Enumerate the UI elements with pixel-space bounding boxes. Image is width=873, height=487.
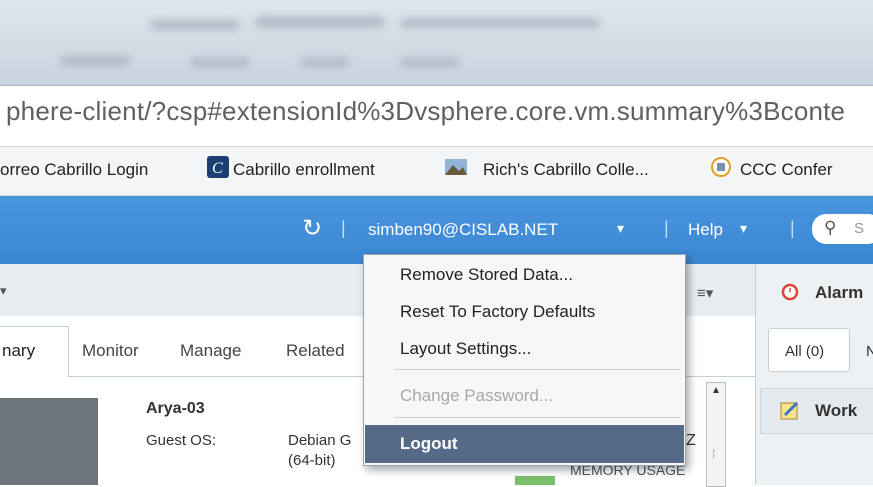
ccc-confer-icon — [711, 157, 731, 177]
search-input[interactable]: ⚲ S — [812, 214, 873, 244]
chevron-down-icon[interactable]: ▾ — [740, 220, 747, 237]
bookmark-cabrillo-enrollment[interactable]: Cabrillo enrollment — [233, 160, 375, 180]
user-menu-button[interactable]: simben90@CISLAB.NET — [368, 220, 558, 240]
menu-item-logout-label[interactable]: Logout — [400, 434, 458, 454]
content-scrollbar[interactable]: ▲ ⁞ — [706, 382, 726, 487]
landscape-photo-icon — [445, 159, 467, 175]
header-separator: | — [790, 218, 795, 238]
menu-item-change-password: Change Password... — [400, 386, 554, 405]
refresh-icon[interactable]: ↻ — [302, 214, 322, 243]
tab-manage[interactable]: Manage — [180, 341, 241, 361]
work-in-progress-title: Work — [815, 401, 858, 420]
alarm-clock-icon — [781, 283, 799, 301]
vm-console-thumbnail[interactable] — [0, 398, 98, 485]
menu-item-reset-factory-defaults[interactable]: Reset To Factory Defaults — [400, 302, 595, 322]
guest-os-bits: (64-bit) — [288, 452, 336, 469]
guest-os-label: Guest OS: — [146, 432, 217, 449]
chevron-down-icon[interactable]: ▾ — [617, 220, 624, 237]
user-dropdown-menu: Remove Stored Data... Reset To Factory D… — [363, 254, 686, 466]
menu-item-logout[interactable]: Logout — [365, 425, 684, 463]
menu-separator — [394, 417, 680, 418]
browser-tab-strip — [0, 0, 873, 86]
bookmark-richs-cabrillo-college[interactable]: Rich's Cabrillo Colle... — [483, 160, 649, 180]
search-placeholder: S — [854, 220, 865, 237]
tab-monitor[interactable]: Monitor — [82, 341, 139, 361]
alarms-title: Alarm — [815, 283, 864, 302]
tab-new-alarms[interactable]: N — [866, 343, 873, 360]
menu-separator — [394, 369, 680, 370]
vm-name: Arya-03 — [146, 400, 205, 417]
cabrillo-logo-icon: C — [207, 156, 229, 178]
help-menu-button[interactable]: Help — [688, 220, 723, 240]
header-separator: | — [341, 218, 346, 238]
menu-item-remove-stored-data[interactable]: Remove Stored Data... — [400, 265, 573, 285]
guest-os-value: Debian G — [288, 432, 352, 449]
header-separator: | — [664, 218, 669, 238]
bookmark-correo-cabrillo-login[interactable]: orreo Cabrillo Login — [0, 160, 148, 180]
address-bar-url[interactable]: phere-client/?csp#extensionId%3Dvsphere.… — [6, 96, 845, 127]
menu-item-layout-settings[interactable]: Layout Settings... — [400, 339, 531, 359]
svg-text:C: C — [212, 160, 223, 177]
tab-all-alarms-label[interactable]: All (0) — [785, 343, 824, 360]
tab-related[interactable]: Related — [286, 341, 345, 361]
scroll-grip-icon[interactable]: ⁞ — [712, 447, 715, 461]
scroll-up-arrow-icon[interactable]: ▲ — [711, 385, 721, 396]
tab-summary-label[interactable]: nary — [2, 341, 35, 361]
memory-usage-bar — [515, 476, 555, 485]
bookmark-ccc-confer[interactable]: CCC Confer — [740, 160, 833, 180]
list-view-icon[interactable]: ≡▾ — [697, 284, 713, 302]
cpu-unit-fragment: Z — [686, 432, 696, 449]
pencil-note-icon — [780, 401, 799, 420]
search-icon: ⚲ — [824, 218, 837, 237]
collapse-caret-icon[interactable]: ▾ — [0, 283, 7, 299]
